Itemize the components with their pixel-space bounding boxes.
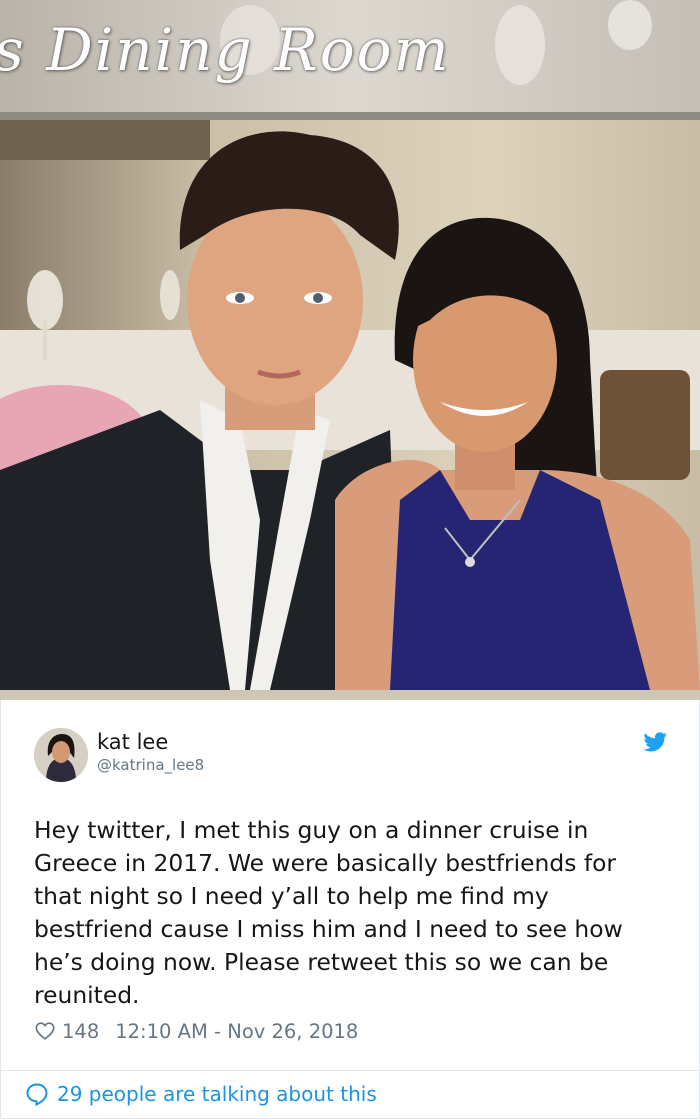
photo-illustration: [0, 0, 700, 690]
heart-icon[interactable]: [34, 1020, 56, 1042]
twitter-bird-icon[interactable]: [642, 730, 669, 754]
divider: [1, 1070, 699, 1071]
author-name[interactable]: kat lee: [97, 730, 168, 754]
avatar-image: [34, 728, 88, 782]
tweet-photo[interactable]: s Dining Room: [0, 0, 700, 700]
like-count[interactable]: 148: [62, 1020, 99, 1043]
tweet-timestamp[interactable]: 12:10 AM - Nov 26, 2018: [115, 1020, 358, 1043]
tweet-text: Hey twitter, I met this guy on a dinner …: [34, 814, 654, 1012]
tweet-card: kat lee @katrina_lee8 Hey twitter, I met…: [0, 700, 700, 1119]
tweet-line: he’s doing now. Please retweet this so w…: [34, 948, 609, 976]
talking-label: 29 people are talking about this: [57, 1082, 377, 1106]
banner-caption: s Dining Room: [0, 16, 451, 84]
tweet-line: bestfriend cause I miss him and I need t…: [34, 915, 623, 943]
tweet-line: reunited.: [34, 981, 140, 1009]
tweet-line: Greece in 2017. We were basically bestfr…: [34, 849, 617, 877]
speech-bubble-icon: [26, 1083, 48, 1106]
avatar[interactable]: [34, 728, 88, 782]
author-handle[interactable]: @katrina_lee8: [97, 756, 204, 774]
tweet-meta: 148 12:10 AM - Nov 26, 2018: [34, 1018, 358, 1044]
conversation-link[interactable]: 29 people are talking about this: [25, 1082, 377, 1106]
tweet-line: that night so I need y’all to help me fi…: [34, 882, 549, 910]
tweet-line: Hey twitter, I met this guy on a dinner …: [34, 816, 589, 844]
tweet-screenshot: s Dining Room kat lee @katrina_lee8 Hey …: [0, 0, 700, 1120]
